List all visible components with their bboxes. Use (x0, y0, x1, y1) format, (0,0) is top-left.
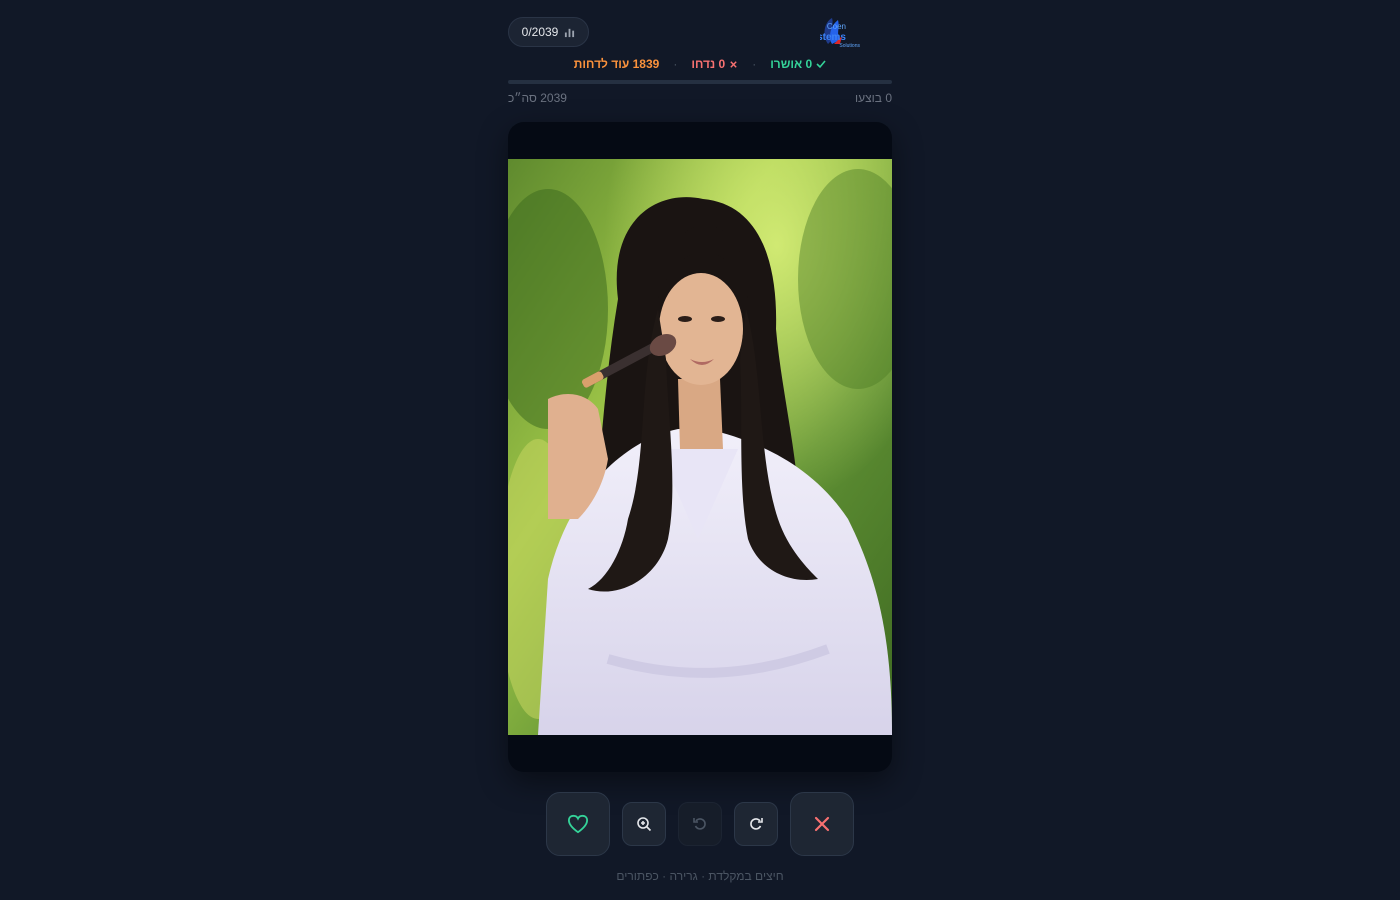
svg-text:Systems: Systems (820, 32, 846, 43)
x-icon (730, 60, 737, 68)
check-icon (816, 60, 826, 69)
zoom-in-icon (637, 817, 652, 832)
company-logo: Coen Systems Solutions (805, 14, 892, 50)
counter-pill[interactable]: 0/2039 (508, 17, 589, 47)
approve-button[interactable] (546, 792, 610, 856)
rotate-button[interactable] (734, 802, 778, 846)
stats-row: 0 אושרו · 0 נדחו · 1839 עוד לדחות (508, 56, 892, 72)
image-card[interactable] (508, 122, 892, 772)
remaining-label: 1839 עוד לדחות (573, 57, 660, 71)
portrait-photo[interactable] (508, 159, 892, 735)
progress-bar (508, 80, 892, 84)
rejected-label: 0 נדחו (691, 57, 726, 71)
top-bar: 0/2039 Coen Systems Solutions (508, 14, 892, 50)
progress-info: 0 בוצעו 2039 סה״כ (508, 91, 892, 105)
separator: · (673, 57, 678, 71)
heart-icon (567, 814, 589, 834)
svg-text:Solutions: Solutions (839, 43, 860, 49)
reject-button[interactable] (790, 792, 854, 856)
done-count: 0 בוצעו (855, 91, 892, 105)
approved-stat: 0 אושרו (770, 57, 826, 71)
action-controls (508, 792, 892, 856)
counter-text: 0/2039 (521, 25, 559, 39)
rejected-stat: 0 נדחו (691, 57, 738, 71)
undo-button[interactable] (678, 802, 722, 846)
rotate-icon (750, 818, 763, 830)
total-count: 2039 סה״כ (508, 91, 567, 105)
separator: · (752, 57, 757, 71)
undo-icon (693, 818, 706, 830)
zoom-button[interactable] (622, 802, 666, 846)
review-column: 0/2039 Coen Systems Solutions 0 אושרו (508, 0, 892, 900)
keyboard-hint: חיצים במקלדת · גרירה · כפתורים (616, 869, 784, 883)
bar-chart-icon (565, 28, 575, 37)
approved-label: 0 אושרו (770, 57, 813, 71)
close-icon (814, 816, 830, 832)
remaining-stat: 1839 עוד לדחות (574, 57, 660, 71)
svg-text:Coen: Coen (827, 22, 846, 31)
